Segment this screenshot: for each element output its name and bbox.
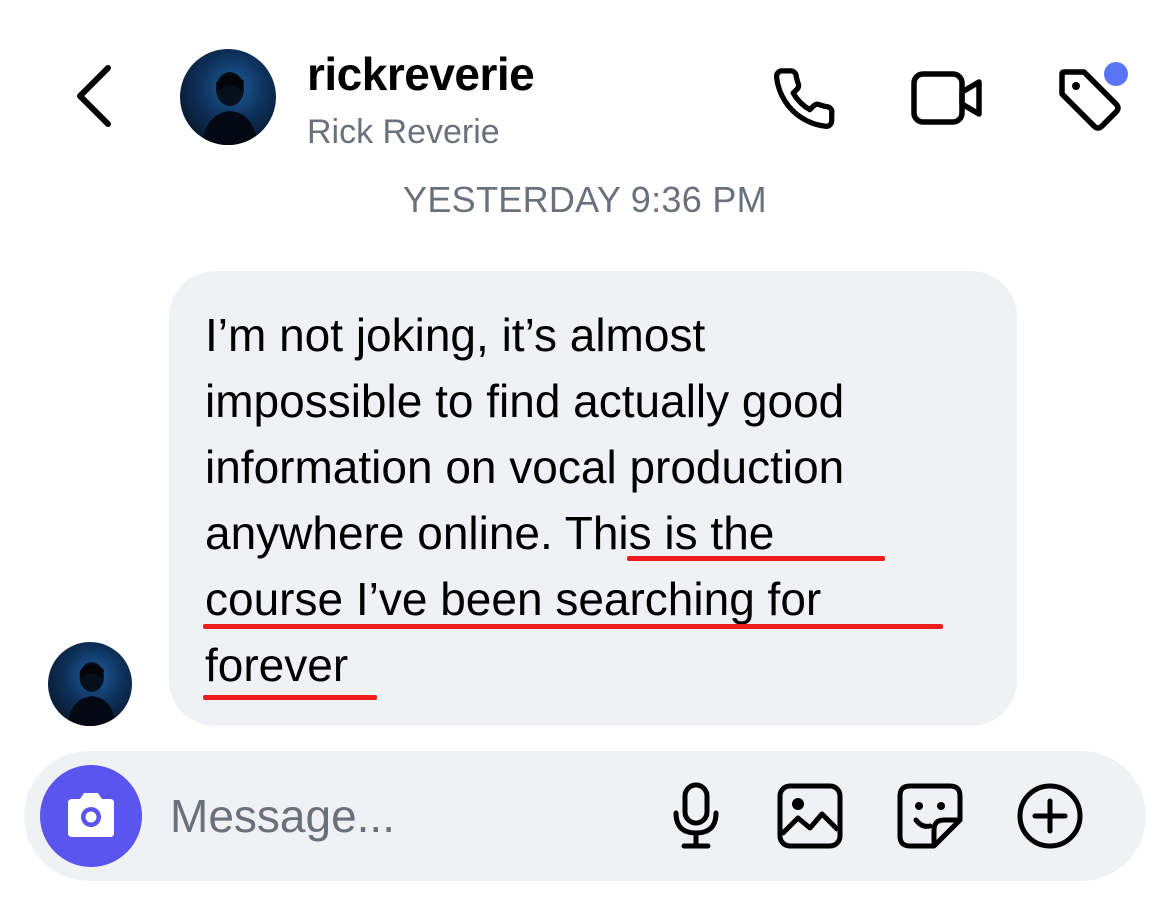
back-button[interactable] bbox=[64, 60, 124, 132]
red-underline bbox=[203, 695, 377, 700]
profile-photo bbox=[67, 662, 117, 726]
phone-icon bbox=[773, 68, 835, 129]
red-underline bbox=[203, 624, 943, 629]
display-name: Rick Reverie bbox=[307, 113, 500, 151]
highlighted-line: course I’ve been searching for bbox=[205, 573, 822, 625]
more-button[interactable] bbox=[1010, 776, 1090, 856]
message-line: I’m not joking, it’s almost bbox=[205, 309, 706, 361]
camera-button[interactable] bbox=[40, 765, 142, 867]
username[interactable]: rickreverie bbox=[307, 46, 535, 102]
chat-screen: rickreverie Rick Reverie YESTERDAY 9:36 … bbox=[0, 0, 1170, 915]
message-text: I’m not joking, it’s almost impossible t… bbox=[205, 302, 995, 698]
message-line: information on vocal production bbox=[205, 441, 845, 493]
highlighted-line: forever bbox=[205, 639, 349, 691]
sticker-button[interactable] bbox=[890, 776, 970, 856]
image-icon bbox=[777, 783, 843, 849]
voice-message-button[interactable] bbox=[656, 776, 736, 856]
chevron-left-icon bbox=[77, 65, 111, 127]
notification-dot bbox=[1104, 62, 1128, 86]
profile-photo bbox=[202, 72, 258, 145]
microphone-icon bbox=[673, 782, 719, 849]
camera-icon bbox=[68, 793, 114, 837]
red-underline bbox=[627, 556, 885, 561]
message-timestamp: YESTERDAY 9:36 PM bbox=[403, 179, 767, 220]
sticker-icon bbox=[897, 783, 963, 849]
avatar[interactable] bbox=[180, 49, 276, 145]
message-segment: anywhere online. bbox=[205, 507, 565, 559]
sender-avatar[interactable] bbox=[48, 642, 132, 726]
plus-circle-icon bbox=[1017, 783, 1083, 849]
message-line: impossible to find actually good bbox=[205, 375, 845, 427]
call-button[interactable] bbox=[764, 58, 844, 138]
video-camera-icon bbox=[911, 71, 982, 125]
highlighted-segment: This is the bbox=[564, 507, 775, 559]
gallery-button[interactable] bbox=[770, 776, 850, 856]
video-call-button[interactable] bbox=[906, 58, 986, 138]
message-input[interactable] bbox=[170, 781, 640, 851]
